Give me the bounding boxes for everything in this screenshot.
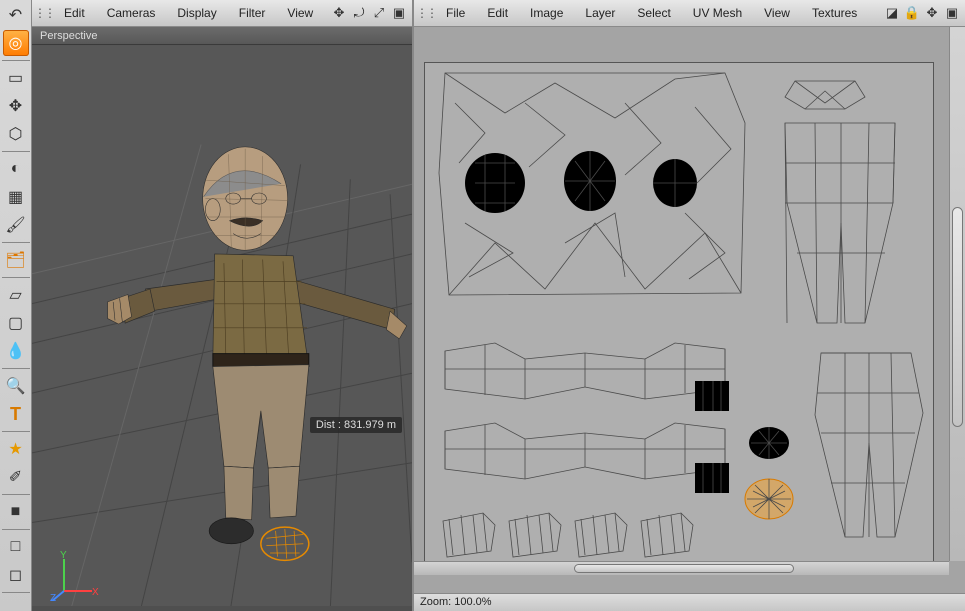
separator [2, 60, 30, 61]
uv-island-hand-4 [641, 513, 693, 557]
viewport-panel: Edit Cameras Display Filter View ✥ ⤾ ⤢ ▣… [32, 0, 414, 611]
checker-icon[interactable]: ▦ [3, 184, 29, 210]
separator [2, 277, 30, 278]
frame-icon[interactable]: ▣ [390, 4, 408, 22]
uv-canvas[interactable] [424, 62, 934, 572]
scrollbar-thumb[interactable] [574, 564, 794, 573]
uv-island-shoe-selected[interactable] [745, 479, 793, 519]
uv-island-head [439, 73, 745, 295]
menu-select[interactable]: Select [627, 0, 680, 26]
menu-image[interactable]: Image [520, 0, 573, 26]
menu-display[interactable]: Display [167, 0, 226, 26]
histogram-icon[interactable]: ◪ [883, 4, 901, 22]
uv-footer: Zoom: 100.0% [414, 593, 965, 611]
uv-island-patch-b [695, 463, 729, 493]
zoom-icon[interactable]: 🔍 [3, 373, 29, 399]
menu-uvmesh[interactable]: UV Mesh [683, 0, 752, 26]
magnet-icon[interactable]: ⬡ [3, 121, 29, 147]
character-model[interactable] [82, 97, 412, 577]
scrollbar-vertical[interactable] [949, 27, 965, 561]
uv-island-patch-a [695, 381, 729, 411]
star-tool-icon[interactable]: ★ [3, 436, 29, 462]
uv-island-shoe-a [749, 427, 789, 459]
lasso-icon[interactable]: ◐ [3, 156, 29, 182]
hierarchy-icon[interactable]: 🗂 [3, 247, 29, 273]
axis-gizmo: Y X Z [50, 551, 100, 601]
menu-edit-left[interactable]: Edit [54, 0, 95, 26]
menu-cameras[interactable]: Cameras [97, 0, 166, 26]
uv-island-hand-3 [575, 513, 627, 557]
menu-edit[interactable]: Edit [477, 0, 518, 26]
scale-icon[interactable]: ⤢ [370, 4, 388, 22]
distance-readout: Dist : 831.979 m [310, 417, 402, 433]
drop-icon[interactable]: 💧 [3, 338, 29, 364]
swatch-bg-icon[interactable]: □ [3, 534, 29, 560]
rect-select-icon[interactable]: ▭ [3, 65, 29, 91]
menu-view[interactable]: View [754, 0, 800, 26]
rotate-icon[interactable]: ⤾ [350, 4, 368, 22]
tool-palette: ↶◎ ▭✥⬡ ◐▦🖌 🗂 ▱▢💧 🔍T ★✐ ■ □◻ [0, 0, 32, 611]
uv-island-pants-front [785, 123, 895, 323]
uv-island-hand-1 [443, 513, 495, 557]
scrollbar-thumb[interactable] [952, 207, 963, 427]
grip-icon[interactable] [418, 5, 434, 21]
viewport-label: Perspective [32, 27, 412, 45]
lock-icon[interactable]: 🔒 [903, 4, 921, 22]
menu-textures[interactable]: Textures [802, 0, 867, 26]
separator [2, 529, 30, 530]
selected-shoe[interactable] [261, 527, 309, 560]
swatch-fg-icon[interactable]: ■ [3, 499, 29, 525]
undo-icon[interactable]: ↶ [3, 2, 29, 28]
svg-text:Z: Z [50, 593, 56, 601]
viewport-3d[interactable]: Perspective [32, 27, 412, 611]
uv-mesh [425, 63, 935, 573]
separator [2, 494, 30, 495]
menu-layer[interactable]: Layer [575, 0, 625, 26]
move-icon[interactable]: ✥ [923, 4, 941, 22]
maximize-icon[interactable]: ▣ [943, 4, 961, 22]
menu-filter[interactable]: Filter [229, 0, 276, 26]
uv-island-collar [785, 81, 865, 109]
uv-island-pants-back [815, 353, 923, 537]
brush-icon[interactable]: 🖌 [3, 212, 29, 238]
uv-island-hand-2 [509, 513, 561, 557]
uv-menubar: File Edit Image Layer Select UV Mesh Vie… [414, 0, 965, 27]
scrollbar-horizontal[interactable] [414, 561, 949, 575]
grip-icon[interactable] [36, 5, 52, 21]
separator [2, 368, 30, 369]
eyedropper-icon[interactable]: ✐ [3, 464, 29, 490]
separator [2, 242, 30, 243]
svg-text:X: X [92, 587, 99, 598]
move-icon[interactable]: ✥ [330, 4, 348, 22]
separator [2, 431, 30, 432]
frame-icon[interactable]: ▢ [3, 310, 29, 336]
svg-text:Y: Y [60, 551, 67, 561]
live-select-icon[interactable]: ◎ [3, 30, 29, 56]
eraser-icon[interactable]: ▱ [3, 282, 29, 308]
uv-island-sweater-back [445, 423, 725, 479]
move-tool-icon[interactable]: ✥ [3, 93, 29, 119]
menu-file[interactable]: File [436, 0, 475, 26]
channel-icon[interactable]: ◻ [3, 562, 29, 588]
separator [2, 592, 30, 593]
zoom-value: 100.0% [454, 596, 491, 608]
uv-canvas-area[interactable] [414, 27, 965, 593]
separator [2, 151, 30, 152]
uv-island-sweater-front [445, 343, 725, 399]
zoom-label: Zoom: [420, 596, 451, 608]
menu-view-left[interactable]: View [277, 0, 323, 26]
uv-editor-panel: File Edit Image Layer Select UV Mesh Vie… [414, 0, 965, 611]
text-tool-icon[interactable]: T [3, 401, 29, 427]
viewport-menubar: Edit Cameras Display Filter View ✥ ⤾ ⤢ ▣ [32, 0, 412, 27]
